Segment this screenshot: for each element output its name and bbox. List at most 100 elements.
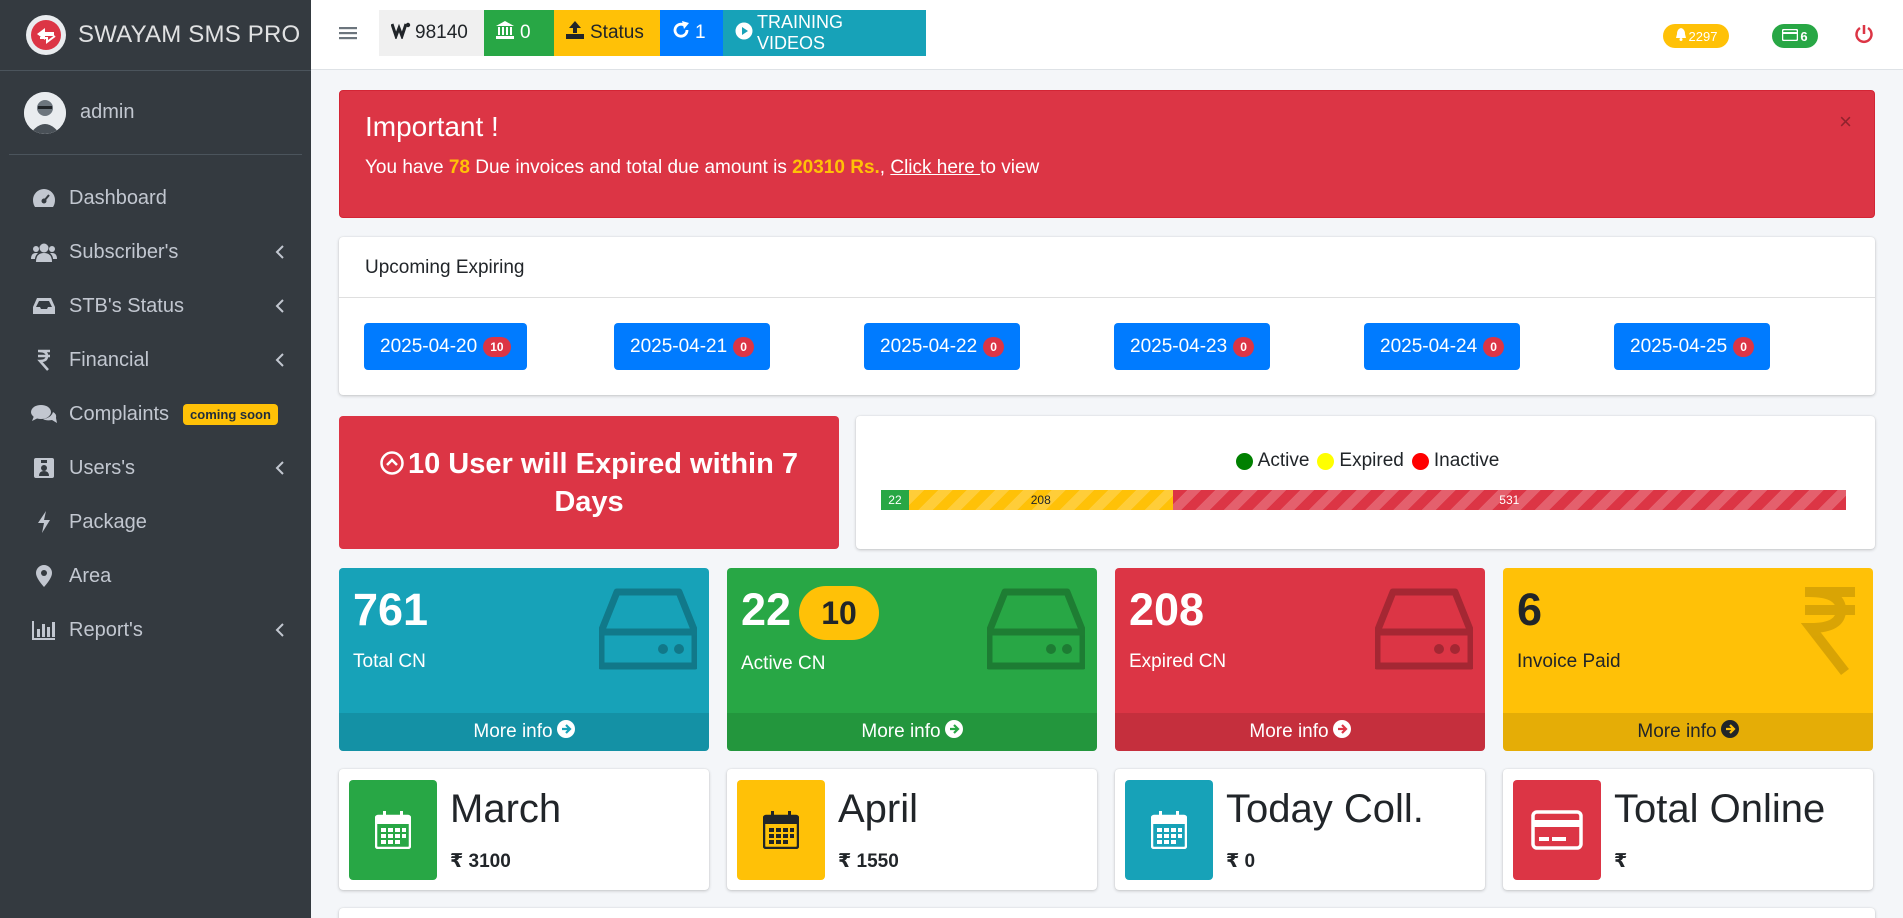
calendar-icon — [1125, 780, 1213, 880]
refresh-button[interactable]: 1 — [660, 10, 723, 56]
active-cn-badge: 10 — [799, 586, 879, 640]
legend-label: Active — [1257, 450, 1310, 471]
more-info-label: More info — [1249, 721, 1329, 742]
credit-card-icon — [1782, 28, 1799, 44]
calendar-icon — [737, 780, 825, 880]
dashboard-icon — [31, 186, 57, 210]
info-box-march: March ₹ 3100 — [339, 769, 709, 890]
user-panel[interactable]: admin — [9, 71, 302, 155]
expire-notice-box[interactable]: 10 User will Expired within 7 Days — [339, 416, 839, 549]
date-button[interactable]: 2025-04-24 0 — [1364, 323, 1520, 370]
more-info-link[interactable]: More info — [339, 713, 709, 751]
more-info-label: More info — [1637, 721, 1717, 742]
sidebar-item-area[interactable]: Area — [0, 549, 311, 603]
bell-icon — [1675, 28, 1687, 44]
sidebar-item-label: STB's Status — [69, 294, 184, 317]
alert-title: Important ! — [365, 111, 499, 142]
cards-badge[interactable]: 6 — [1772, 24, 1818, 48]
upload-icon — [566, 21, 584, 45]
more-info-link[interactable]: More info — [1503, 713, 1873, 751]
stat-value: 208 — [1129, 584, 1205, 635]
info-value: ₹ — [1614, 850, 1627, 873]
stat-label: Active CN — [741, 653, 826, 674]
stat-box-active-cn: 22 10 Active CN More info — [727, 568, 1097, 751]
power-off-icon[interactable] — [1854, 24, 1874, 49]
bottom-card — [339, 908, 1875, 918]
sidebar-item-dashboard[interactable]: Dashboard — [0, 171, 311, 225]
top-navbar: 98140 0 Status 1 TRAINING VIDEOS 2297 6 — [311, 0, 1903, 70]
status-button[interactable]: Status — [554, 10, 660, 56]
stat-label: Invoice Paid — [1517, 651, 1621, 672]
play-circle-icon — [735, 22, 753, 45]
info-amount: 0 — [1244, 851, 1256, 872]
date-button[interactable]: 2025-04-20 10 — [364, 323, 527, 370]
currency-symbol: ₹ — [450, 851, 464, 872]
status-label: Status — [590, 22, 644, 43]
stat-value: 761 — [353, 584, 429, 635]
balance-button[interactable]: 98140 — [379, 10, 484, 56]
expire-notice: 10 User will Expired within 7 Days — [369, 446, 809, 520]
sidebar-item-reports[interactable]: Report's — [0, 603, 311, 657]
arrow-circle-right-icon — [556, 720, 575, 744]
info-box-april: April ₹ 1550 — [727, 769, 1097, 890]
info-title: Today Coll. — [1226, 787, 1424, 831]
more-info-link[interactable]: More info — [727, 713, 1097, 751]
calendar-icon — [349, 780, 437, 880]
sidebar-item-package[interactable]: Package — [0, 495, 311, 549]
wallet-icon — [390, 21, 411, 45]
hdd-icon — [1373, 588, 1475, 675]
upcoming-expiring-title: Upcoming Expiring — [339, 237, 1875, 298]
info-box-total-online: Total Online ₹ — [1503, 769, 1873, 890]
sidebar-nav: Dashboard Subscriber's STB's Status Fina… — [0, 155, 311, 657]
currency-symbol: ₹ — [838, 851, 852, 872]
date-button[interactable]: 2025-04-25 0 — [1614, 323, 1770, 370]
map-pin-icon — [31, 564, 57, 588]
balance-value: 98140 — [415, 22, 468, 43]
hamburger-menu-icon[interactable] — [339, 25, 357, 46]
currency-symbol: ₹ — [1614, 851, 1628, 872]
sidebar-item-users[interactable]: Users's — [0, 441, 311, 495]
more-info-link[interactable]: More info — [1115, 713, 1485, 751]
date-label: 2025-04-20 — [380, 335, 478, 357]
comments-icon — [31, 402, 57, 426]
arrow-circle-right-icon — [1332, 720, 1351, 744]
date-button[interactable]: 2025-04-23 0 — [1114, 323, 1270, 370]
user-id-icon — [31, 456, 57, 480]
notifications-badge[interactable]: 2297 — [1663, 24, 1729, 48]
upcoming-expiring-card: Upcoming Expiring 2025-04-20 10 2025-04-2… — [339, 237, 1875, 395]
sidebar-item-stb-status[interactable]: STB's Status — [0, 279, 311, 333]
alert-close-button[interactable]: × — [1839, 109, 1852, 135]
info-box-today-collection: Today Coll. ₹ 0 — [1115, 769, 1485, 890]
sidebar-item-label: Report's — [69, 618, 143, 641]
date-label: 2025-04-25 — [1630, 335, 1728, 357]
info-value: ₹ 3100 — [450, 850, 511, 873]
credit-card-icon — [1513, 780, 1601, 880]
sidebar-item-complaints[interactable]: Complaints coming soon — [0, 387, 311, 441]
stat-value: 22 — [741, 584, 792, 635]
info-title: April — [838, 787, 919, 831]
sidebar-item-financial[interactable]: Financial — [0, 333, 311, 387]
bank-button[interactable]: 0 — [484, 10, 554, 56]
status-summary-card: Active Expired Inactive 22 208 531 — [856, 416, 1875, 549]
chevron-left-icon — [275, 622, 285, 643]
sidebar-item-subscribers[interactable]: Subscriber's — [0, 225, 311, 279]
date-label: 2025-04-23 — [1130, 335, 1228, 357]
click-here-link[interactable]: Click here — [890, 157, 980, 178]
arrow-circle-right-icon — [944, 720, 963, 744]
training-videos-button[interactable]: TRAINING VIDEOS — [723, 10, 926, 56]
inbox-icon — [31, 294, 57, 318]
bank-icon — [496, 21, 514, 45]
stat-label: Expired CN — [1129, 651, 1227, 672]
date-label: 2025-04-21 — [630, 335, 728, 357]
sidebar-item-label: Users's — [69, 456, 136, 479]
more-info-label: More info — [861, 721, 941, 742]
date-count-badge: 0 — [1733, 336, 1754, 357]
legend-dot-expired — [1317, 452, 1335, 470]
rupee-icon — [31, 348, 57, 372]
progress-segment-expired: 208 — [908, 490, 1173, 510]
rupee-icon — [1800, 586, 1859, 681]
brand-link[interactable]: SWAYAM SMS PRO — [0, 0, 311, 71]
date-button[interactable]: 2025-04-21 0 — [614, 323, 770, 370]
sidebar-item-label: Package — [69, 510, 147, 533]
date-button[interactable]: 2025-04-22 0 — [864, 323, 1020, 370]
